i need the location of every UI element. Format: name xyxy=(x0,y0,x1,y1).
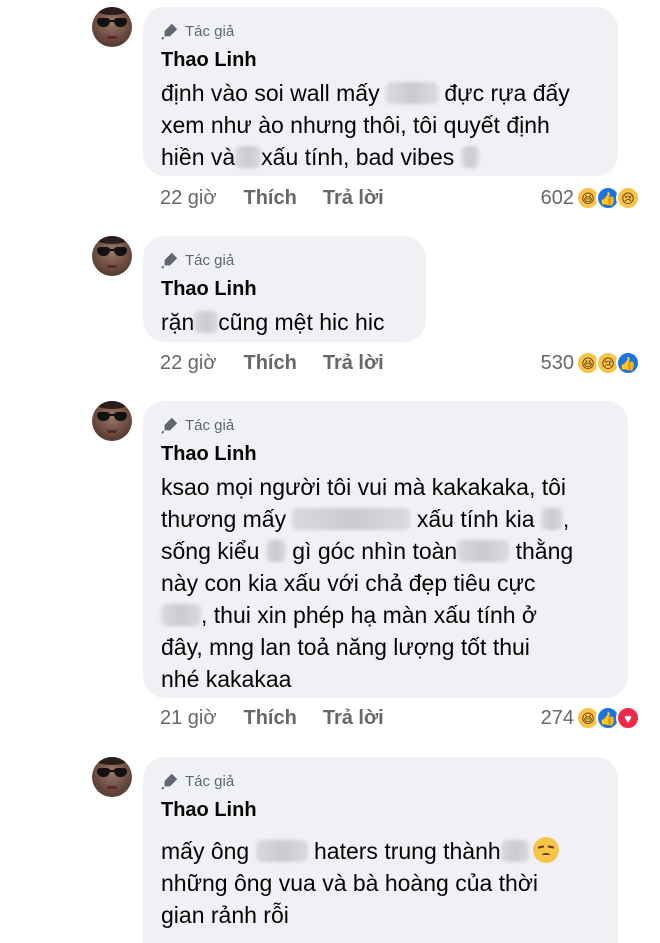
commenter-name[interactable]: Thao Linh xyxy=(161,47,600,73)
comment-text: định vào soi wall mấy đực rựa đấy xem nh… xyxy=(161,80,570,170)
like-icon: 👍 xyxy=(616,351,640,375)
reaction-count[interactable]: 530 xyxy=(541,352,574,375)
like-button[interactable]: Thích xyxy=(243,352,296,375)
avatar[interactable] xyxy=(92,401,132,441)
commenter-name[interactable]: Thao Linh xyxy=(161,276,408,302)
love-icon: ♥ xyxy=(616,706,640,730)
commenter-name[interactable]: Thao Linh xyxy=(161,797,600,823)
sad-icon: 😢 xyxy=(616,186,640,210)
microphone-icon xyxy=(161,417,178,434)
author-tag-label: Tác giả xyxy=(185,416,235,434)
comment-bubble: Tác giả Thao Linh định vào soi wall mấy … xyxy=(143,7,618,176)
avatar[interactable] xyxy=(92,7,132,47)
comment-meta: 22 giờ Thích Trả lời 530 😆 😢 👍 xyxy=(160,349,640,377)
comment-time[interactable]: 21 giờ xyxy=(160,707,216,730)
comment-time[interactable]: 22 giờ xyxy=(160,187,216,210)
like-button[interactable]: Thích xyxy=(243,187,296,210)
comment-text: mấy ông haters trung thành những ông vua… xyxy=(161,835,600,931)
disappointed-emoji-icon xyxy=(532,837,559,863)
reaction-icons[interactable]: 😆 👍 😢 xyxy=(576,186,640,210)
author-badge: Tác giả xyxy=(161,415,610,435)
comment-time[interactable]: 22 giờ xyxy=(160,352,216,375)
reaction-icons[interactable]: 😆 👍 ♥ xyxy=(576,706,640,730)
microphone-icon xyxy=(161,773,178,790)
comment-text: rặn cũng mệt hic hic xyxy=(161,309,385,335)
comment-bubble: Tác giả Thao Linh ksao mọi người tôi vui… xyxy=(143,401,628,698)
microphone-icon xyxy=(161,252,178,269)
author-tag-label: Tác giả xyxy=(185,251,235,269)
author-badge: Tác giả xyxy=(161,250,408,270)
reply-button[interactable]: Trả lời xyxy=(323,187,384,210)
reply-button[interactable]: Trả lời xyxy=(323,352,384,375)
microphone-icon xyxy=(161,23,178,40)
author-tag-label: Tác giả xyxy=(185,22,235,40)
comment-text: ksao mọi người tôi vui mà kakakaka, tôi … xyxy=(161,474,574,692)
reaction-count[interactable]: 602 xyxy=(541,187,574,210)
avatar[interactable] xyxy=(92,236,132,276)
commenter-name[interactable]: Thao Linh xyxy=(161,441,610,467)
like-button[interactable]: Thích xyxy=(243,707,296,730)
reaction-count[interactable]: 274 xyxy=(541,707,574,730)
comment-meta: 21 giờ Thích Trả lời 274 😆 👍 ♥ xyxy=(160,704,640,732)
reply-button[interactable]: Trả lời xyxy=(323,707,384,730)
author-badge: Tác giả xyxy=(161,771,600,791)
avatar[interactable] xyxy=(92,757,132,797)
comment-bubble: Tác giả Thao Linh rặn cũng mệt hic hic xyxy=(143,236,426,342)
comment-meta: 22 giờ Thích Trả lời 602 😆 👍 😢 xyxy=(160,184,640,212)
author-tag-label: Tác giả xyxy=(185,772,235,790)
comment-bubble: Tác giả Thao Linh mấy ông haters trung t… xyxy=(143,757,618,943)
reaction-icons[interactable]: 😆 😢 👍 xyxy=(576,351,640,375)
author-badge: Tác giả xyxy=(161,21,600,41)
